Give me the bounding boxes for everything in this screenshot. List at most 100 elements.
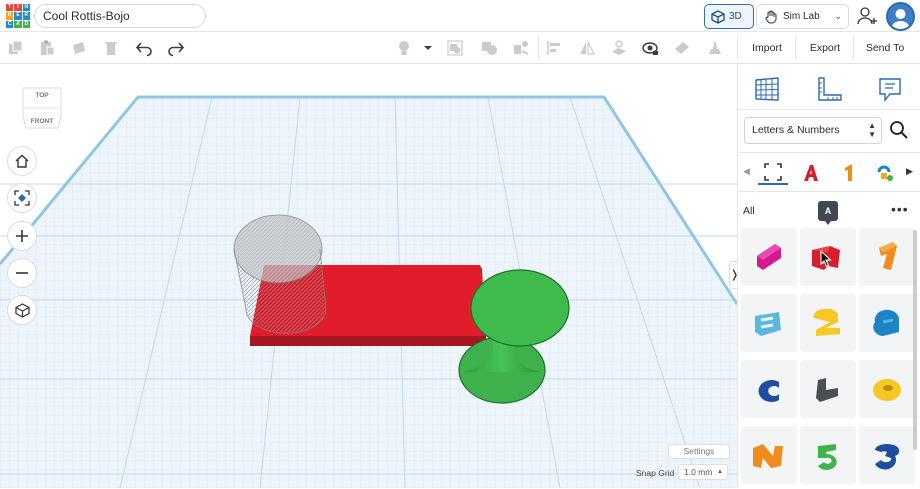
light-bulb-icon[interactable]	[395, 39, 413, 57]
shape-gray-letter-l[interactable]	[800, 360, 856, 418]
copy-icon[interactable]	[7, 39, 25, 57]
duplicate-icon[interactable]	[70, 39, 88, 57]
top-bar: T I N K E R C A D Cool Rottis-Bojo 3D Si…	[0, 0, 920, 32]
snap-grid-value: 1.0 mm	[684, 467, 713, 477]
projection-button[interactable]	[7, 295, 37, 325]
design-name-field[interactable]: Cool Rottis-Bojo	[34, 4, 206, 28]
workplane-icon[interactable]	[610, 39, 628, 57]
chevron-down-icon: ⌄	[834, 11, 842, 21]
shape-navy-number-3[interactable]	[859, 426, 915, 484]
align-icon[interactable]	[546, 39, 564, 57]
view-3d-label: 3D	[729, 11, 742, 22]
orange-letter-n-icon	[753, 444, 783, 468]
hole-cylinder-shape[interactable]	[233, 214, 327, 334]
ruler-eye-icon[interactable]	[641, 39, 659, 57]
zoom-out-button[interactable]	[7, 258, 37, 288]
ruler-icon[interactable]	[815, 75, 843, 103]
shape-yellow-letter-o[interactable]	[859, 360, 915, 418]
view-3d-button[interactable]: 3D	[704, 4, 754, 29]
view-cube-top-label[interactable]: TOP	[35, 92, 49, 99]
shape-magenta-block[interactable]	[741, 228, 797, 286]
plus-icon	[16, 230, 28, 242]
gray-letter-l-icon	[816, 378, 838, 402]
export-button[interactable]: Export	[803, 38, 847, 58]
simlab-label: Sim Lab	[783, 11, 820, 22]
more-options-icon[interactable]: •••	[891, 201, 909, 217]
scroll-left-icon[interactable]: ◀	[743, 166, 750, 177]
tinkercad-logo[interactable]: T I N K E R C A D	[6, 4, 30, 28]
note-icon[interactable]	[673, 39, 691, 57]
paste-icon[interactable]	[38, 39, 56, 57]
snap-grid-select[interactable]: 1.0 mm ▲	[678, 464, 728, 480]
hook-shapes-icon	[877, 165, 893, 181]
view-cube[interactable]: TOP FRONT	[20, 82, 64, 134]
shape-yellow-number-2[interactable]	[800, 294, 856, 352]
edit-toolbar: Import Export Send To	[0, 32, 920, 64]
shape-green-number-5[interactable]	[800, 426, 856, 484]
shapes-panel: Letters & Numbers ▲ ▼ ◀ ▶ All A •••	[737, 64, 920, 488]
workplane-grid-icon[interactable]	[753, 75, 781, 103]
lightblue-letter-e-icon	[755, 312, 781, 336]
navy-number-three-icon	[875, 444, 900, 470]
shape-orange-letter-n[interactable]	[741, 426, 797, 484]
logo-letter: D	[22, 20, 30, 28]
divider	[738, 109, 920, 110]
divider	[738, 191, 920, 192]
home-view-button[interactable]	[7, 146, 37, 176]
tab-all-shapes[interactable]	[758, 161, 788, 185]
logo-letter: N	[22, 4, 30, 12]
tab-numbers[interactable]	[833, 161, 863, 185]
ungroup-icon[interactable]	[480, 39, 498, 57]
import-button[interactable]: Import	[745, 38, 789, 58]
view-cube-front-label[interactable]: FRONT	[31, 118, 53, 125]
shape-blue-letter-g[interactable]	[859, 294, 915, 352]
flashlight-icon[interactable]	[706, 39, 724, 57]
divider	[738, 152, 920, 153]
logo-letter: E	[14, 12, 22, 20]
undo-icon[interactable]	[135, 39, 153, 57]
settings-button[interactable]: Settings	[668, 444, 730, 459]
green-number-five-icon	[818, 444, 837, 470]
redo-icon[interactable]	[167, 39, 185, 57]
dropdown-icon[interactable]	[423, 39, 433, 57]
toolbar-divider	[538, 36, 539, 60]
workplane-scene[interactable]	[0, 64, 737, 488]
search-icon[interactable]	[888, 119, 910, 141]
logo-letter: K	[6, 12, 14, 20]
group-icon[interactable]	[446, 39, 464, 57]
zoom-in-button[interactable]	[7, 221, 37, 251]
user-avatar[interactable]	[886, 2, 915, 31]
shapes-scrollbar[interactable]	[913, 230, 917, 450]
notes-icon[interactable]	[876, 75, 904, 103]
minus-icon	[16, 272, 28, 274]
3d-viewport[interactable]: TOP FRONT Settings Snap Grid 1.0 mm ▲	[0, 64, 737, 488]
toolbar-divider	[853, 36, 854, 60]
chevron-up-icon: ▲	[717, 469, 723, 475]
tab-connectors[interactable]	[870, 161, 900, 185]
fit-icon	[14, 190, 30, 206]
shape-navy-letter-c[interactable]	[741, 360, 797, 418]
shape-lightblue-letter-e[interactable]	[741, 294, 797, 352]
shape-orange-number-1[interactable]	[859, 228, 915, 286]
logo-letter: T	[6, 4, 14, 12]
yellow-number-two-icon	[813, 308, 840, 336]
send-to-button[interactable]: Send To	[861, 38, 909, 58]
fit-view-button[interactable]	[7, 183, 37, 213]
trash-icon[interactable]	[102, 39, 120, 57]
logo-letter: I	[14, 4, 22, 12]
mirror-icon[interactable]	[578, 39, 596, 57]
yellow-letter-o-icon	[873, 379, 901, 401]
cruise-icon[interactable]	[512, 39, 530, 57]
cube-icon	[711, 9, 725, 24]
updown-icon: ▲ ▼	[868, 121, 876, 139]
blue-letter-g-icon	[873, 309, 899, 336]
add-user-icon[interactable]	[856, 5, 880, 27]
shape-category-select[interactable]: Letters & Numbers ▲ ▼	[744, 117, 882, 144]
tab-letters[interactable]	[796, 161, 826, 185]
navy-letter-c-icon	[758, 380, 779, 402]
scroll-right-icon[interactable]: ▶	[906, 166, 913, 177]
letter-a-icon	[804, 165, 818, 181]
simlab-button[interactable]: Sim Lab ⌄	[756, 4, 849, 29]
logo-letter: C	[6, 20, 14, 28]
logo-letter: R	[22, 12, 30, 20]
